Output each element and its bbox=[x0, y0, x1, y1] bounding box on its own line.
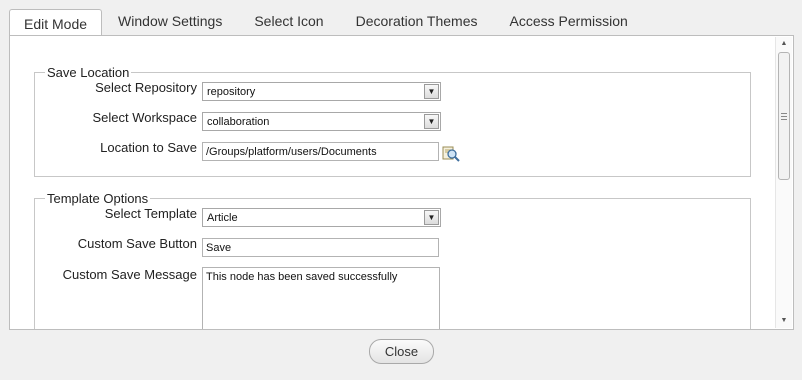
custom-save-button-label: Custom Save Button bbox=[77, 236, 197, 251]
folder-search-icon[interactable] bbox=[442, 144, 460, 162]
scroll-up-icon[interactable]: ▲ bbox=[776, 37, 792, 51]
template-select-value: Article bbox=[207, 212, 238, 224]
scrollbar-thumb[interactable] bbox=[778, 52, 790, 180]
chevron-down-icon[interactable]: ▼ bbox=[424, 114, 439, 129]
chevron-down-icon[interactable]: ▼ bbox=[424, 84, 439, 99]
grip-icon bbox=[781, 113, 787, 120]
tab-bar: Edit Mode Window Settings Select Icon De… bbox=[9, 0, 799, 37]
custom-save-button-input[interactable]: Save bbox=[202, 238, 439, 257]
custom-save-message-label: Custom Save Message bbox=[62, 267, 197, 282]
tab-access-permission[interactable]: Access Permission bbox=[494, 6, 644, 36]
template-select[interactable]: Article ▼ bbox=[202, 208, 441, 227]
tab-window-settings[interactable]: Window Settings bbox=[102, 6, 238, 36]
template-options-legend: Template Options bbox=[47, 191, 149, 206]
select-template-label: Select Template bbox=[104, 206, 197, 221]
chevron-down-icon[interactable]: ▼ bbox=[424, 210, 439, 225]
vertical-scrollbar[interactable]: ▲ ▼ bbox=[775, 37, 792, 328]
tab-select-icon[interactable]: Select Icon bbox=[238, 6, 339, 36]
workspace-select-value: collaboration bbox=[207, 116, 270, 128]
select-workspace-label: Select Workspace bbox=[92, 110, 197, 125]
repository-select[interactable]: repository ▼ bbox=[202, 82, 441, 101]
tab-decoration-themes[interactable]: Decoration Themes bbox=[340, 6, 494, 36]
scroll-down-icon[interactable]: ▼ bbox=[776, 314, 792, 328]
location-input[interactable]: /Groups/platform/users/Documents bbox=[202, 142, 439, 161]
close-button[interactable]: Close bbox=[369, 339, 434, 364]
location-to-save-label: Location to Save bbox=[100, 140, 197, 155]
tab-edit-mode[interactable]: Edit Mode bbox=[9, 9, 103, 37]
custom-save-message-textarea[interactable]: This node has been saved successfully bbox=[202, 267, 440, 329]
edit-mode-panel: Save Location Select Repository reposito… bbox=[9, 35, 794, 330]
save-location-legend: Save Location bbox=[47, 65, 130, 80]
select-repository-label: Select Repository bbox=[95, 80, 197, 95]
repository-select-value: repository bbox=[207, 86, 256, 98]
workspace-select[interactable]: collaboration ▼ bbox=[202, 112, 441, 131]
